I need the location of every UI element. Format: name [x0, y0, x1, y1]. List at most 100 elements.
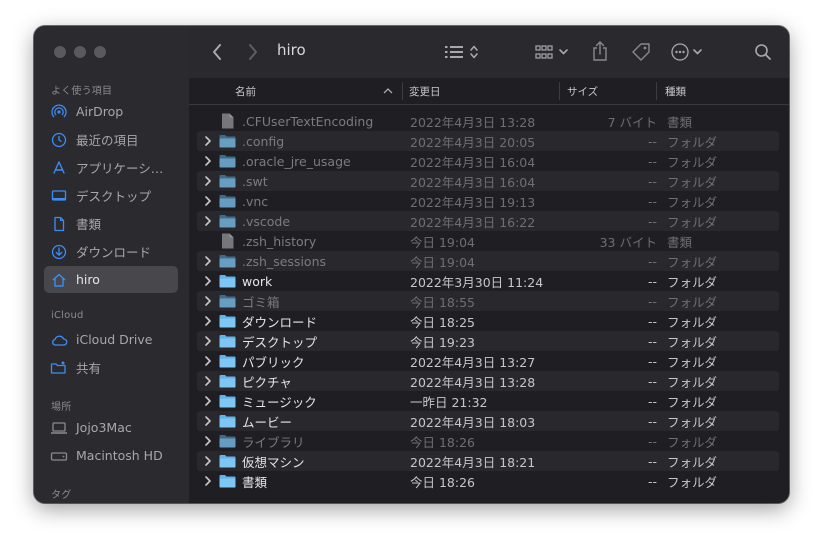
sidebar-item-label: AirDrop — [76, 104, 124, 119]
file-date: 今日 19:23 — [410, 334, 475, 350]
grid-group-icon — [535, 45, 568, 59]
file-row[interactable]: デスクトップ 今日 19:23 -- フォルダ — [197, 331, 779, 351]
disclosure-chevron-icon[interactable] — [204, 451, 214, 471]
close-button[interactable] — [54, 46, 66, 58]
sidebar-item-airdrop[interactable]: AirDrop — [44, 98, 178, 125]
file-date: 2022年3月30日 11:24 — [410, 274, 544, 290]
file-date: 2022年4月3日 13:28 — [410, 374, 536, 390]
file-row[interactable]: ミュージック 一昨日 21:32 -- フォルダ — [197, 391, 779, 411]
disclosure-chevron-icon[interactable] — [204, 331, 214, 351]
sidebar-section-icloud: iCloud — [51, 310, 84, 321]
folder-icon — [218, 131, 236, 151]
disclosure-chevron-icon[interactable] — [204, 391, 214, 411]
folder-icon — [218, 411, 236, 431]
zoom-button[interactable] — [94, 46, 106, 58]
search-button[interactable] — [751, 40, 775, 64]
file-row[interactable]: ピクチャ 2022年4月3日 13:28 -- フォルダ — [197, 371, 779, 391]
group-button[interactable] — [533, 40, 573, 64]
disclosure-chevron-icon[interactable] — [204, 131, 214, 151]
sidebar-item-hiro[interactable]: hiro — [44, 266, 178, 293]
disclosure-chevron-icon[interactable] — [204, 471, 214, 491]
sidebar-item-[interactable]: 書類 — [44, 210, 178, 237]
file-name: ミュージック — [242, 394, 317, 410]
sidebar-item-macintosh-hd[interactable]: Macintosh HD — [44, 442, 178, 469]
clock-icon — [50, 131, 68, 149]
file-size: -- — [647, 333, 657, 349]
file-name: 書類 — [242, 474, 268, 490]
file-row[interactable]: .zsh_history 今日 19:04 33 バイト 書類 — [197, 231, 779, 251]
tag-button[interactable] — [629, 40, 653, 64]
folder-icon — [218, 251, 236, 271]
file-name: .zsh_sessions — [242, 253, 327, 269]
disclosure-chevron-icon[interactable] — [204, 211, 214, 231]
file-row[interactable]: .CFUserTextEncoding 2022年4月3日 13:28 7 バイト書… — [197, 111, 779, 131]
column-header-date[interactable]: 変更日 — [409, 78, 441, 104]
file-kind: フォルダ — [667, 294, 718, 310]
file-row[interactable]: .swt 2022年4月3日 16:04 -- フォルダ — [197, 171, 779, 191]
file-row[interactable]: 書類 今日 18:26 -- フォルダ — [197, 471, 779, 491]
share-button[interactable] — [589, 38, 611, 64]
file-kind: フォルダ — [667, 274, 718, 290]
disclosure-chevron-icon[interactable] — [204, 151, 214, 171]
file-date: 2022年4月3日 18:21 — [410, 454, 536, 470]
file-row[interactable]: ダウンロード 今日 18:25 -- フォルダ — [197, 311, 779, 331]
sidebar-item-[interactable]: 最近の項目 — [44, 126, 178, 153]
column-divider[interactable] — [656, 82, 657, 100]
back-button[interactable] — [207, 40, 227, 64]
file-name: .zsh_history — [242, 233, 317, 249]
file-row[interactable]: ムービー 2022年4月3日 18:03 -- フォルダ — [197, 411, 779, 431]
file-row[interactable]: パブリック 2022年4月3日 13:27 -- フォルダ — [197, 351, 779, 371]
disclosure-chevron-icon[interactable] — [204, 311, 214, 331]
folder-icon — [218, 211, 236, 231]
sidebar-item-[interactable]: 共有 — [44, 354, 178, 381]
sidebar-item-[interactable]: デスクトップ — [44, 182, 178, 209]
file-row[interactable]: 仮想マシン 2022年4月3日 18:21 -- フォルダ — [197, 451, 779, 471]
file-kind: フォルダ — [667, 314, 718, 330]
disclosure-chevron-icon[interactable] — [204, 271, 214, 291]
file-row[interactable]: ゴミ箱 今日 18:55 -- フォルダ — [197, 291, 779, 311]
chevron-right-icon — [249, 44, 257, 60]
disclosure-chevron-icon[interactable] — [204, 431, 214, 451]
minimize-button[interactable] — [74, 46, 86, 58]
column-header-name[interactable]: 名前 — [235, 78, 256, 104]
sidebar-item-jojo3mac[interactable]: Jojo3Mac — [44, 414, 178, 441]
folder-icon — [218, 191, 236, 211]
file-name: .swt — [242, 173, 268, 189]
file-row[interactable]: .vnc 2022年4月3日 19:13 -- フォルダ — [197, 191, 779, 211]
file-date: 2022年4月3日 16:22 — [410, 214, 536, 230]
laptop-icon — [50, 419, 68, 437]
disclosure-chevron-icon[interactable] — [204, 351, 214, 371]
disclosure-chevron-icon[interactable] — [204, 171, 214, 191]
view-mode-button[interactable] — [443, 40, 483, 64]
window-title: hiro — [277, 41, 306, 59]
file-row[interactable]: ライブラリ 今日 18:26 -- フォルダ — [197, 431, 779, 451]
disclosure-chevron-icon[interactable] — [204, 291, 214, 311]
document-icon — [50, 215, 68, 233]
sidebar-item-icloud-drive[interactable]: iCloud Drive — [44, 326, 178, 353]
folder-icon — [218, 151, 236, 171]
disclosure-chevron-icon[interactable] — [204, 371, 214, 391]
file-name: ゴミ箱 — [242, 294, 280, 310]
file-row[interactable]: .zsh_sessions 今日 19:04 -- フォルダ — [197, 251, 779, 271]
disclosure-chevron-icon[interactable] — [204, 411, 214, 431]
folder-icon — [218, 471, 236, 491]
file-row[interactable]: .vscode 2022年4月3日 16:22 -- フォルダ — [197, 211, 779, 231]
file-row[interactable]: work 2022年3月30日 11:24 -- フォルダ — [197, 271, 779, 291]
sidebar-item-[interactable]: ダウンロード — [44, 238, 178, 265]
file-row[interactable]: .oracle_jre_usage 2022年4月3日 16:04 -- フォルダ — [197, 151, 779, 171]
forward-button[interactable] — [243, 40, 263, 64]
column-header-kind[interactable]: 種類 — [665, 78, 686, 104]
sidebar-section-favorites: よく使う項目 — [51, 86, 113, 97]
column-divider[interactable] — [402, 82, 403, 100]
column-divider[interactable] — [559, 82, 560, 100]
file-row[interactable]: .config 2022年4月3日 20:05 -- フォルダ — [197, 131, 779, 151]
column-header-size[interactable]: サイズ — [567, 78, 598, 104]
file-name: ピクチャ — [242, 374, 292, 390]
disclosure-chevron-icon[interactable] — [204, 251, 214, 271]
disclosure-chevron-icon[interactable] — [204, 191, 214, 211]
file-kind: フォルダ — [667, 194, 718, 210]
more-actions-button[interactable] — [669, 40, 709, 64]
sidebar-item-[interactable]: アプリケーシ… — [44, 154, 178, 181]
file-name: .oracle_jre_usage — [242, 153, 351, 169]
folder-icon — [218, 431, 236, 451]
